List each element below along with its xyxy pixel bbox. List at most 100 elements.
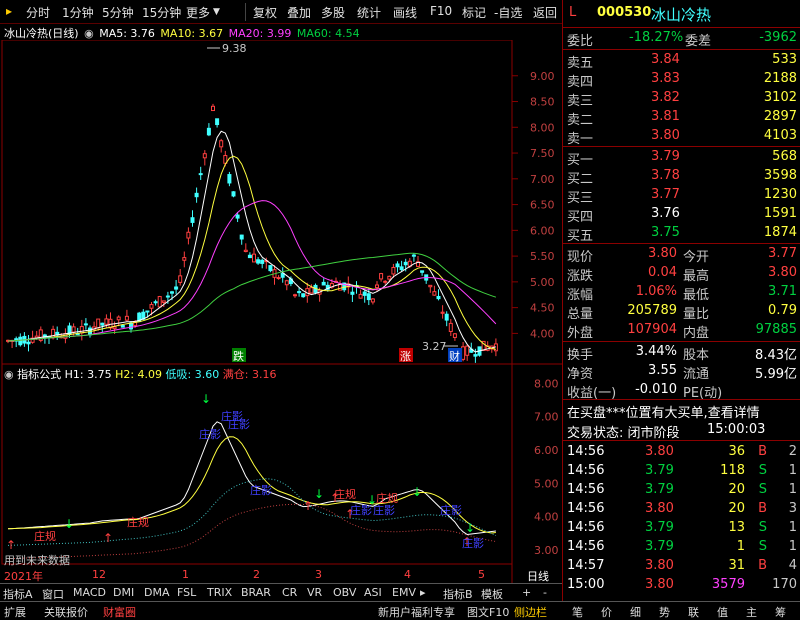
chips-icon[interactable]: 筹: [775, 604, 786, 620]
zoom-out-button[interactable]: -: [543, 586, 547, 599]
indicator-signal-label: 庄影: [250, 483, 272, 497]
candle-body: [276, 277, 281, 280]
tab-indicator-b[interactable]: 指标B: [443, 586, 473, 602]
candle-body: [383, 280, 388, 283]
tick-count: 1: [788, 482, 797, 497]
candle-body: [178, 275, 183, 283]
tab-obv[interactable]: OBV: [333, 586, 356, 599]
main-y-tick: 6.50: [530, 199, 555, 212]
tab-brar[interactable]: BRAR: [241, 586, 271, 599]
adjust-button[interactable]: 复权: [253, 4, 277, 21]
marker-die[interactable]: 跌: [233, 349, 244, 363]
play-icon[interactable]: ▸: [6, 4, 12, 18]
indicator-signal-label: 庄影: [228, 417, 250, 431]
main-y-tick: 7.50: [530, 147, 555, 160]
link-icon[interactable]: 联: [688, 604, 699, 620]
tab-15min[interactable]: 15分钟: [142, 4, 181, 21]
candle-body: [219, 140, 224, 148]
stat-value: 97885: [755, 322, 797, 337]
tab-indicator-a[interactable]: 指标A: [3, 586, 33, 602]
circle-icon[interactable]: ◉: [4, 368, 14, 381]
candle-body: [387, 275, 392, 280]
add-watchlist-button[interactable]: -自选: [494, 4, 522, 21]
x-label-1: 1: [182, 568, 189, 581]
candle-body: [370, 298, 375, 303]
value-icon[interactable]: 值: [717, 604, 728, 620]
tab-vr[interactable]: VR: [307, 586, 322, 599]
marker-zhang[interactable]: 涨: [400, 350, 411, 363]
tab-dmi[interactable]: DMI: [113, 586, 134, 599]
tab-more[interactable]: 更多: [186, 4, 210, 21]
stock-name: 冰山冷热: [651, 6, 712, 24]
buy-label: 买四: [567, 210, 594, 225]
related-quote-button[interactable]: 关联报价: [44, 604, 88, 620]
candle-body: [461, 346, 466, 360]
f10-graphic-button[interactable]: 图文F10: [467, 604, 509, 620]
candle-body: [145, 310, 150, 313]
tab-window[interactable]: 窗口: [42, 586, 64, 602]
chevron-down-icon[interactable]: ▼: [213, 7, 220, 17]
stat2-label: 股本: [683, 348, 710, 363]
price-icon[interactable]: 价: [601, 604, 612, 620]
candle-body: [190, 217, 195, 223]
f10-button[interactable]: F10: [430, 4, 452, 18]
candle-body: [96, 318, 101, 329]
candle-body: [83, 323, 88, 326]
tab-macd[interactable]: MACD: [73, 586, 106, 599]
circle-icon[interactable]: ◉: [84, 27, 94, 40]
tick-price: 3.80: [645, 501, 674, 516]
main-icon[interactable]: 主: [746, 604, 757, 620]
buy-label: 买五: [567, 229, 594, 244]
main-y-tick: 9.00: [530, 70, 555, 83]
draw-line-button[interactable]: 画线: [393, 4, 417, 21]
sell-price: 3.82: [651, 90, 680, 105]
candle-body: [432, 291, 437, 296]
stat-value: 3.77: [768, 246, 797, 261]
candle-body: [297, 291, 302, 294]
tab-cr[interactable]: CR: [282, 586, 297, 599]
candle-body: [321, 281, 326, 286]
tab-trix[interactable]: TRIX: [207, 586, 232, 599]
wealth-circle-button[interactable]: 财富圈: [103, 604, 136, 620]
multi-stock-button[interactable]: 多股: [321, 4, 345, 21]
candle-body: [399, 266, 404, 271]
candle-body: [260, 259, 265, 264]
indicator-signal-label: 庄规: [34, 529, 56, 543]
overlay-button[interactable]: 叠加: [287, 4, 311, 21]
big-order-notice[interactable]: 在买盘***位置有大买单,查看详情: [567, 402, 760, 421]
tick-count: 1: [788, 520, 797, 535]
main-y-tick: 4.50: [530, 302, 555, 315]
brush-icon[interactable]: 笔: [572, 604, 583, 620]
tab-template[interactable]: 模板: [481, 586, 503, 602]
zoom-in-button[interactable]: +: [522, 586, 531, 599]
expand-button[interactable]: 扩展: [4, 604, 26, 620]
period-label[interactable]: 日线: [527, 568, 549, 584]
indicator-name[interactable]: 指标公式: [17, 368, 61, 381]
marker-cai[interactable]: 财: [449, 349, 460, 363]
back-button[interactable]: 返回: [533, 4, 557, 21]
candle-body: [206, 127, 211, 136]
mark-button[interactable]: 标记: [462, 4, 486, 21]
trend-icon[interactable]: 势: [659, 604, 670, 620]
new-user-welfare-link[interactable]: 新用户福利专享: [378, 604, 455, 620]
sell-label: 卖二: [567, 113, 594, 128]
tab-intraday[interactable]: 分时: [26, 4, 50, 21]
play-icon[interactable]: ▸: [420, 586, 426, 599]
tab-asi[interactable]: ASI: [364, 586, 382, 599]
candle-body: [116, 316, 121, 321]
tick-price: 3.79: [645, 482, 674, 497]
tab-1min[interactable]: 1分钟: [62, 4, 94, 21]
indicator-y-tick: 5.00: [534, 477, 559, 490]
tab-5min[interactable]: 5分钟: [102, 4, 134, 21]
candle-body: [174, 286, 179, 290]
sidebar-button[interactable]: 侧边栏: [514, 604, 547, 620]
statistics-button[interactable]: 统计: [357, 4, 381, 21]
x-label-4: 4: [404, 568, 411, 581]
tab-emv[interactable]: EMV: [392, 586, 416, 599]
detail-icon[interactable]: 细: [630, 604, 641, 620]
stat-value: 0.79: [768, 303, 797, 318]
tab-fsl[interactable]: FSL: [177, 586, 196, 599]
tab-dma[interactable]: DMA: [144, 586, 170, 599]
candle-body: [448, 322, 453, 332]
price-chart[interactable]: 9.00 8.50 8.00 7.50 7.00 6.50 6.00 5.50 5.00 4.50…: [0, 40, 562, 583]
